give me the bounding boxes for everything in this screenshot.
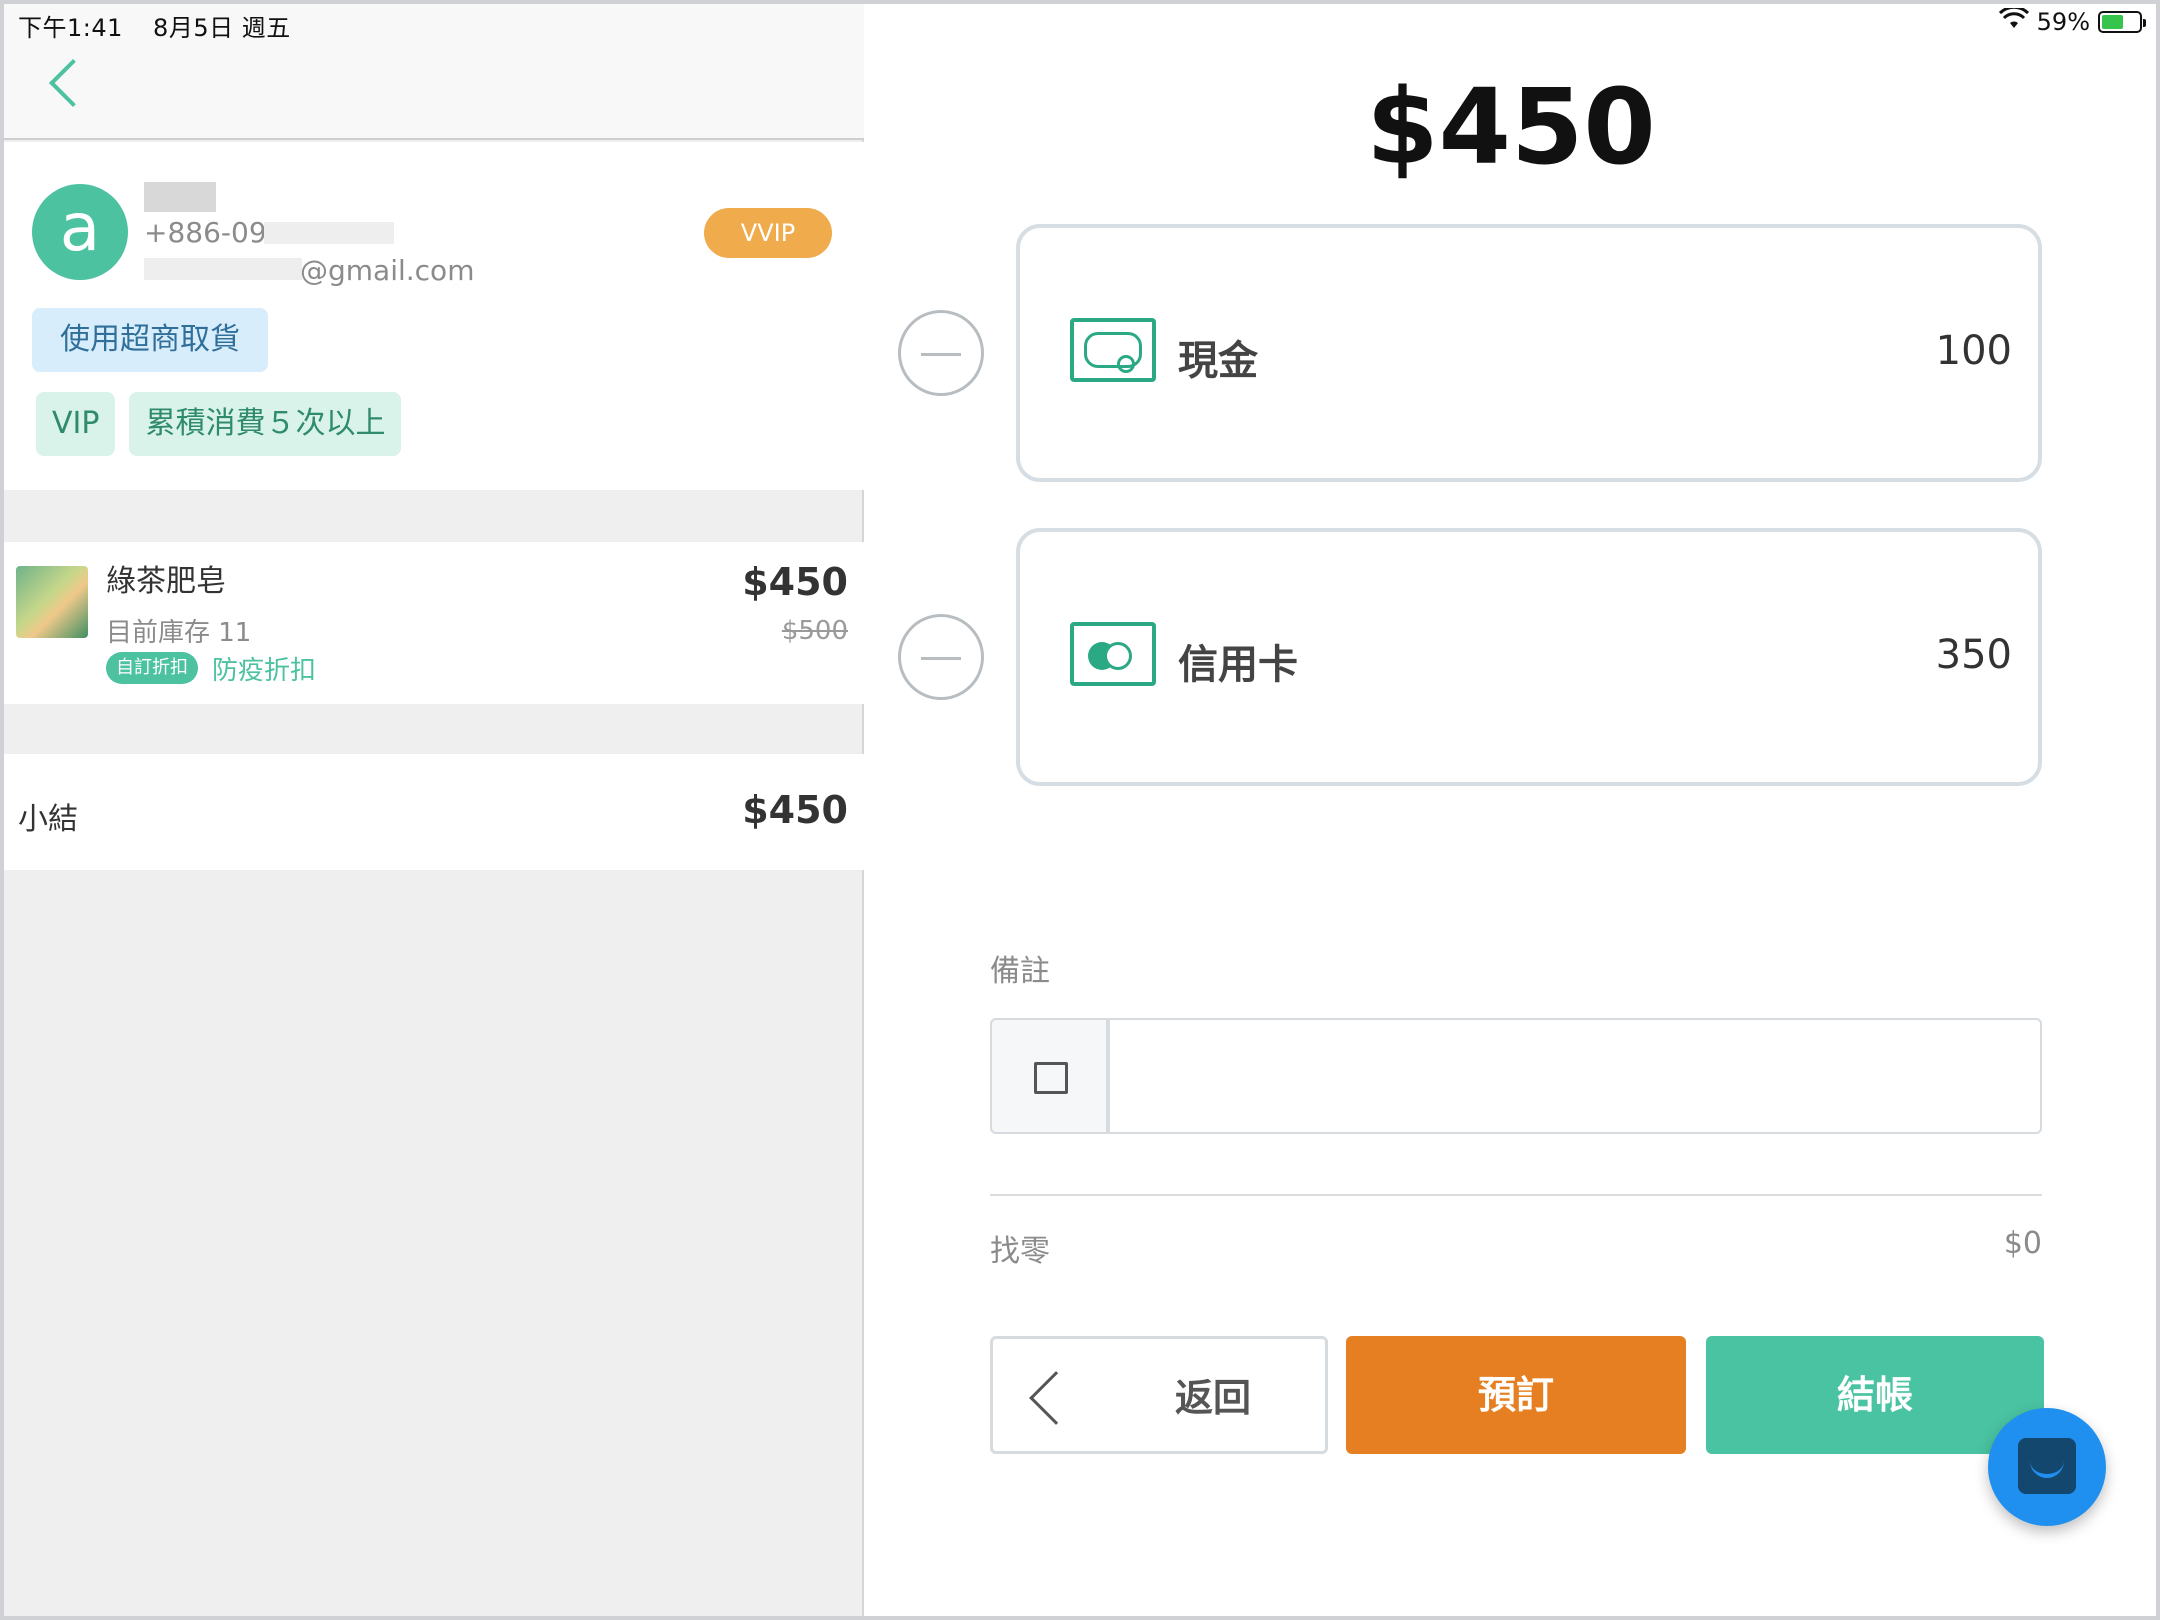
- payment-amount: 100: [1935, 328, 2012, 374]
- change-label: 找零: [990, 1234, 1050, 1269]
- subtotal-value: $450: [742, 788, 848, 832]
- battery-icon: [2098, 11, 2146, 33]
- wifi-icon: [1998, 5, 2029, 36]
- item-stock: 目前庫存 11: [106, 618, 252, 648]
- item-name: 綠茶肥皂: [106, 564, 226, 599]
- total-amount: $450: [1366, 66, 1656, 188]
- app-window: a +886-09 @gmail.com VVIP 使用超商取貨 VIP 累積消…: [4, 4, 2156, 1616]
- customer-name-redacted: [144, 182, 216, 212]
- remove-cash-payment-button[interactable]: [898, 310, 984, 396]
- avatar: a: [32, 184, 128, 280]
- status-date: 8月5日 週五: [153, 14, 291, 42]
- subtotal-label: 小結: [18, 802, 78, 837]
- back-button-label: 返回: [1174, 1376, 1251, 1420]
- discount-name: 防疫折扣: [212, 656, 317, 686]
- product-thumbnail: [16, 566, 88, 638]
- payment-amount: 350: [1935, 632, 2012, 678]
- tag-frequent-buyer: 累積消費５次以上: [129, 392, 402, 456]
- note-input[interactable]: [1108, 1018, 2042, 1134]
- back-chevron-icon[interactable]: [48, 58, 98, 108]
- cash-icon: [1070, 318, 1156, 382]
- change-value: $0: [2003, 1226, 2042, 1261]
- payment-card-cash[interactable]: 現金 100: [1016, 224, 2042, 482]
- customer-phone-redacted: [264, 222, 394, 244]
- chat-button[interactable]: [1988, 1408, 2106, 1526]
- credit-card-icon: [1070, 622, 1156, 686]
- note-icon-box: [990, 1018, 1108, 1134]
- item-original-price: $500: [781, 616, 848, 646]
- divider: [990, 1194, 2042, 1196]
- note-icon: [1034, 1062, 1068, 1094]
- pickup-tag: 使用超商取貨: [32, 308, 268, 372]
- subtotal-row: 小結 $450: [4, 754, 864, 870]
- note-label: 備註: [990, 954, 1050, 989]
- reserve-button[interactable]: 預訂: [1346, 1336, 1686, 1454]
- remove-card-payment-button[interactable]: [898, 614, 984, 700]
- status-time: 下午1:41: [18, 14, 123, 42]
- order-panel: a +886-09 @gmail.com VVIP 使用超商取貨 VIP 累積消…: [4, 4, 864, 1616]
- cart-item[interactable]: 綠茶肥皂 目前庫存 11 自訂折扣 防疫折扣 $450 $500: [4, 542, 864, 704]
- customer-email-redacted: [144, 258, 302, 280]
- battery-percent: 59%: [2036, 8, 2090, 36]
- item-price: $450: [742, 560, 848, 604]
- customer-card[interactable]: a +886-09 @gmail.com VVIP 使用超商取貨 VIP 累積消…: [4, 142, 864, 490]
- status-bar-left: 下午1:41 8月5日 週五: [18, 8, 313, 43]
- payment-method-name: 信用卡: [1178, 642, 1298, 688]
- custom-discount-badge: 自訂折扣: [106, 652, 198, 684]
- chevron-left-icon: [1029, 1371, 1083, 1425]
- tag-vip: VIP: [36, 392, 116, 456]
- payment-method-name: 現金: [1178, 338, 1258, 384]
- status-bar-right: 59%: [1998, 5, 2146, 36]
- customer-email: @gmail.com: [300, 254, 475, 287]
- chat-icon: [2018, 1438, 2076, 1494]
- customer-tags: VIP 累積消費５次以上: [36, 392, 402, 456]
- checkout-button[interactable]: 結帳: [1706, 1336, 2044, 1454]
- back-button[interactable]: 返回: [990, 1336, 1328, 1454]
- member-level-badge: VVIP: [704, 208, 832, 258]
- customer-phone: +886-09: [144, 216, 267, 249]
- payment-card-credit[interactable]: 信用卡 350: [1016, 528, 2042, 786]
